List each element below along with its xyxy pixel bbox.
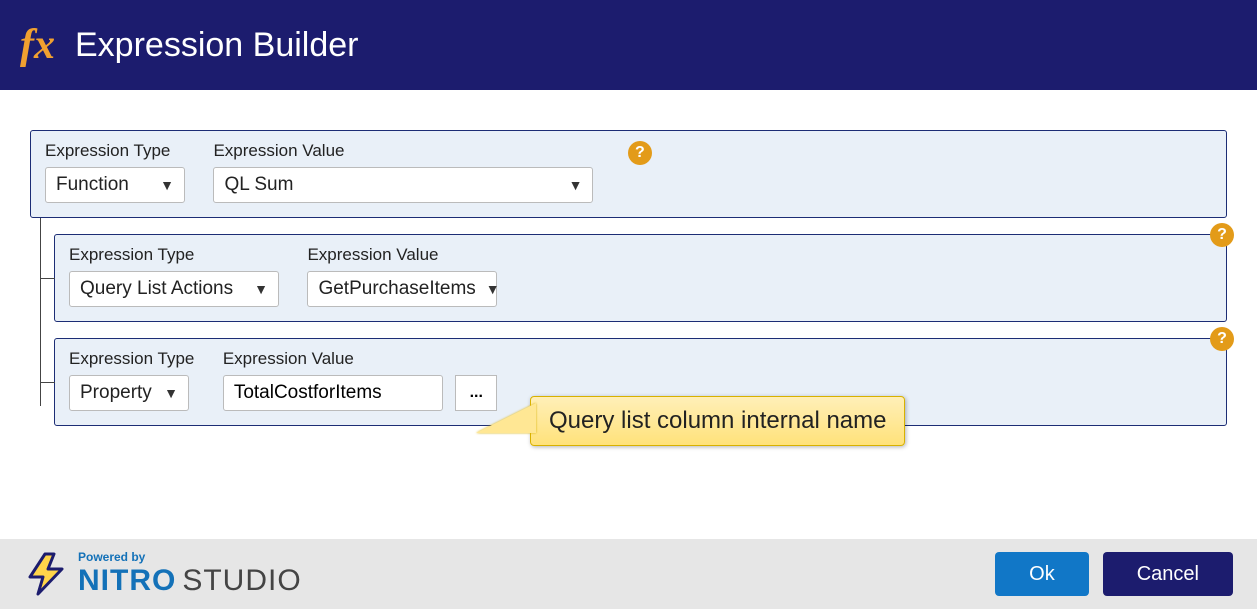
expr-value-select-2[interactable]: GetPurchaseItems ▼ (307, 271, 497, 307)
callout-pointer (476, 403, 536, 433)
expr-value-value-1: QL Sum (224, 174, 293, 196)
help-icon[interactable]: ? (1210, 223, 1234, 247)
expr-type-label: Expression Type (69, 245, 279, 265)
help-icon[interactable]: ? (1210, 327, 1234, 351)
expr-value-label: Expression Value (307, 245, 497, 265)
expr-type-label: Expression Type (45, 141, 185, 161)
help-icon[interactable]: ? (628, 141, 652, 165)
expr-value-group-3: Expression Value TotalCostforItems ... (223, 349, 497, 411)
expr-type-value-3: Property (80, 382, 152, 404)
studio-text: STUDIO (182, 564, 301, 598)
fx-icon: fx (20, 21, 55, 69)
expr-type-value-1: Function (56, 174, 129, 196)
chevron-down-icon: ▼ (254, 281, 268, 297)
chevron-down-icon: ▼ (160, 177, 174, 193)
expr-type-select-2[interactable]: Query List Actions ▼ (69, 271, 279, 307)
content-area: Expression Type Function ▼ Expression Va… (0, 90, 1257, 426)
expr-type-group-2: Expression Type Query List Actions ▼ (69, 245, 279, 307)
logo: Powered by NITRO STUDIO (24, 550, 302, 598)
footer-buttons: Ok Cancel (995, 552, 1233, 596)
expr-type-group-3: Expression Type Property ▼ (69, 349, 194, 411)
expr-value-group-1: Expression Value QL Sum ▼ (213, 141, 593, 203)
expr-value-value-2: GetPurchaseItems (318, 278, 475, 300)
callout-text: Query list column internal name (549, 407, 886, 434)
expr-type-value-2: Query List Actions (80, 278, 233, 300)
chevron-down-icon: ▼ (164, 385, 178, 401)
expr-value-label: Expression Value (213, 141, 593, 161)
page-title: Expression Builder (75, 26, 358, 65)
expr-value-label: Expression Value (223, 349, 497, 369)
ok-button[interactable]: Ok (995, 552, 1089, 596)
expr-type-select-3[interactable]: Property ▼ (69, 375, 189, 411)
footer: Powered by NITRO STUDIO Ok Cancel (0, 539, 1257, 609)
expr-type-group-1: Expression Type Function ▼ (45, 141, 185, 203)
chevron-down-icon: ▼ (569, 177, 583, 193)
expr-value-select-1[interactable]: QL Sum ▼ (213, 167, 593, 203)
expr-value-input-3[interactable]: TotalCostforItems (223, 375, 443, 411)
expression-panel-2: ? Expression Type Query List Actions ▼ E… (54, 234, 1227, 322)
nitro-text: NITRO (78, 564, 176, 598)
expression-panel-1: Expression Type Function ▼ Expression Va… (30, 130, 1227, 218)
expr-type-label: Expression Type (69, 349, 194, 369)
callout: Query list column internal name (530, 396, 905, 446)
header: fx Expression Builder (0, 0, 1257, 90)
powered-by-label: Powered by (78, 550, 302, 564)
chevron-down-icon: ▼ (486, 281, 500, 297)
cancel-button[interactable]: Cancel (1103, 552, 1233, 596)
expr-type-select-1[interactable]: Function ▼ (45, 167, 185, 203)
bolt-icon (24, 551, 70, 597)
expr-value-group-2: Expression Value GetPurchaseItems ▼ (307, 245, 497, 307)
